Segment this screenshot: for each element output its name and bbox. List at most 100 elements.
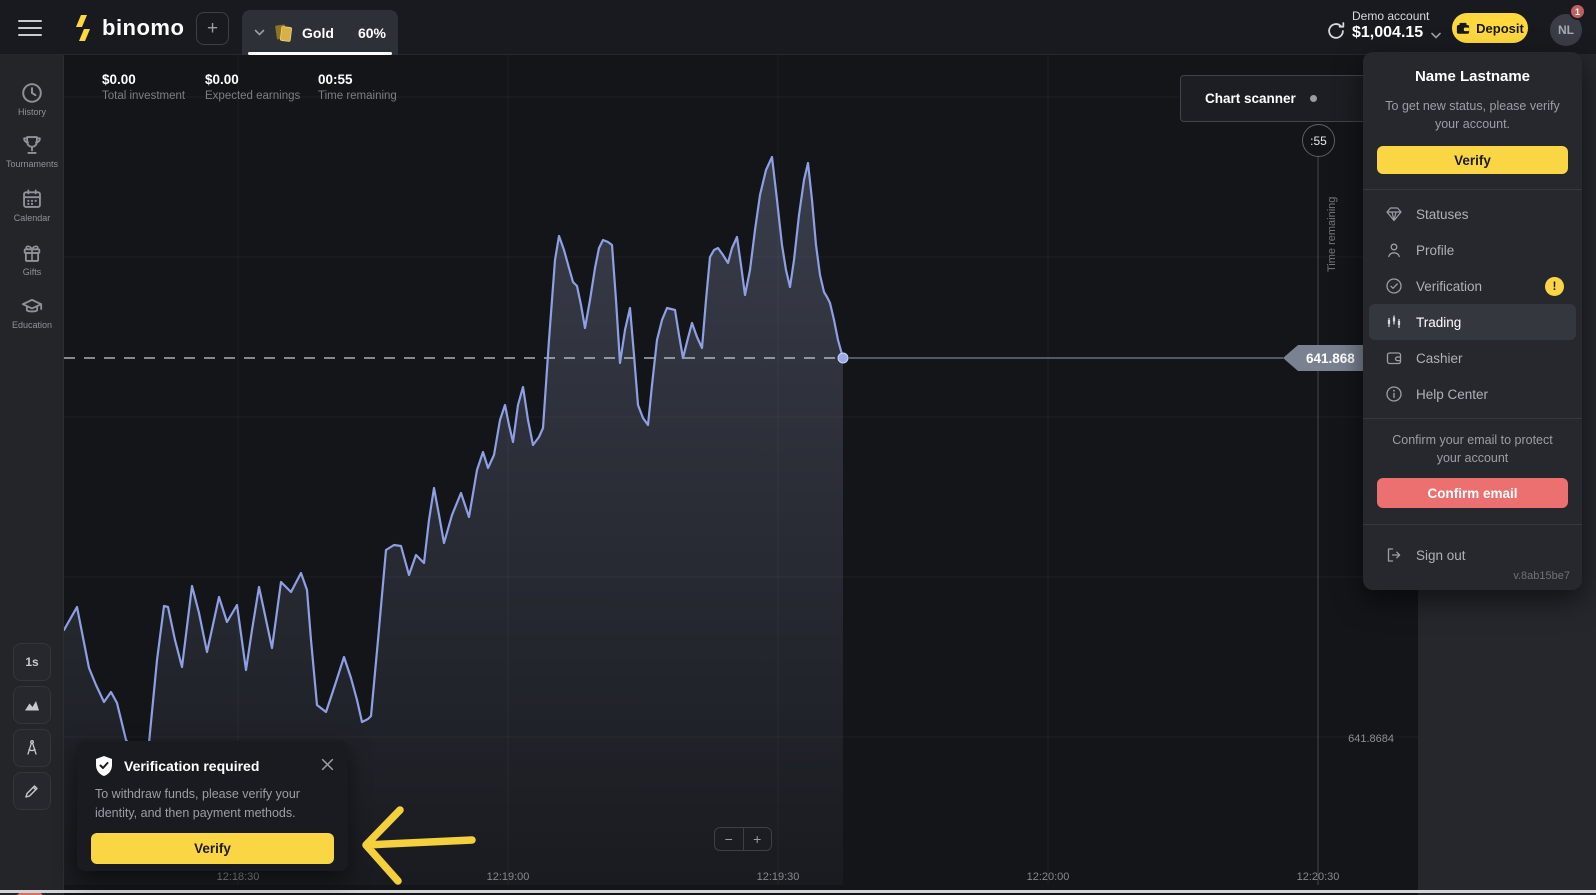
notification-badge: 1 <box>1569 3 1586 20</box>
popup-verify-button[interactable]: Verify <box>91 833 334 864</box>
trophy-icon <box>21 134 43 156</box>
left-sidebar: History Tournaments Calendar <box>0 55 64 895</box>
asset-tab-gold[interactable]: Gold 60% <box>242 10 398 55</box>
stat-time-remaining: 00:55 Time remaining <box>318 72 397 102</box>
time-remaining-value: 00:55 <box>318 72 397 87</box>
total-investment-label: Total investment <box>102 90 185 102</box>
popup-header: Verification required <box>77 741 348 777</box>
binomo-logo[interactable]: binomo <box>72 14 184 42</box>
gift-icon <box>21 242 43 264</box>
sidebar-item-label: History <box>0 107 64 117</box>
account-balance: $1,004.15 <box>1352 24 1429 42</box>
area-chart-icon <box>23 696 41 714</box>
interval-selector-button[interactable]: 1s <box>13 643 51 681</box>
menu-item-cashier[interactable]: Cashier <box>1363 340 1582 376</box>
expected-earnings-value: $0.00 <box>205 72 300 87</box>
account-dropdown-panel: Name Lastname To get new status, please … <box>1363 52 1582 590</box>
status-note: To get new status, please verify your ac… <box>1383 97 1562 133</box>
sidebar-item-label: Calendar <box>0 213 64 223</box>
close-icon[interactable] <box>321 758 334 775</box>
expected-earnings-label: Expected earnings <box>205 90 300 102</box>
refresh-balance-icon[interactable] <box>1326 21 1346 46</box>
cashier-wallet-icon <box>1385 349 1403 367</box>
check-circle-icon <box>1385 277 1403 295</box>
deposit-label: Deposit <box>1476 21 1524 36</box>
app-version: v.8ab15be7 <box>1513 570 1570 582</box>
panel-header: Name Lastname To get new status, please … <box>1363 52 1582 133</box>
drawing-tools-button[interactable] <box>13 772 51 810</box>
current-price-tag-value: 641.868 <box>1306 351 1355 366</box>
drafting-compass-icon <box>23 739 41 757</box>
stat-total-investment: $0.00 Total investment <box>102 72 185 102</box>
stat-expected-earnings: $0.00 Expected earnings <box>205 72 300 102</box>
menu-item-statuses[interactable]: Statuses <box>1363 196 1582 232</box>
menu-item-label: Statuses <box>1416 207 1469 222</box>
zoom-in-button[interactable]: + <box>744 828 772 850</box>
shield-check-icon <box>94 755 114 777</box>
sidebar-item-calendar[interactable]: Calendar <box>0 188 64 223</box>
menu-item-help-center[interactable]: Help Center <box>1363 376 1582 412</box>
verification-warning-badge: ! <box>1545 277 1564 296</box>
sign-out-icon <box>1385 546 1403 564</box>
time-remaining-label: Time remaining <box>318 90 397 102</box>
diamond-icon <box>1385 205 1403 223</box>
menu-item-trading[interactable]: Trading <box>1369 304 1576 340</box>
active-tab-indicator <box>248 52 392 55</box>
account-type: Demo account <box>1352 9 1429 23</box>
add-asset-tab-button[interactable]: + <box>196 12 229 45</box>
signout-button[interactable]: Sign out <box>1363 537 1582 573</box>
sidebar-item-education[interactable]: Education <box>0 295 64 330</box>
user-name: Name Lastname <box>1379 68 1566 85</box>
email-confirm-section: Confirm your email to protect your accou… <box>1363 418 1582 524</box>
annotation-arrow-icon <box>340 795 485 895</box>
confirm-email-button[interactable]: Confirm email <box>1377 478 1568 508</box>
calendar-icon <box>21 188 43 210</box>
brand-name: binomo <box>102 15 184 41</box>
deposit-button[interactable]: Deposit <box>1452 13 1528 43</box>
menu-item-label: Cashier <box>1416 351 1463 366</box>
sidebar-item-gifts[interactable]: Gifts <box>0 242 64 277</box>
binomo-bolt-icon <box>72 14 94 42</box>
timeline-scrollbar[interactable] <box>0 890 1596 893</box>
time-axis-label: 12:18:30 <box>198 871 278 883</box>
menu-item-label: Profile <box>1416 243 1454 258</box>
sidebar-item-history[interactable]: History <box>0 82 64 117</box>
email-confirm-note: Confirm your email to protect your accou… <box>1383 432 1562 467</box>
menu-item-profile[interactable]: Profile <box>1363 232 1582 268</box>
chart-scanner-label: Chart scanner <box>1205 91 1296 106</box>
sidebar-item-label: Tournaments <box>0 159 64 169</box>
top-bar: binomo + Gold 60% Demo account $1,004.15 <box>0 0 1596 55</box>
account-menu: Statuses Profile Verification ! Trading <box>1363 189 1582 418</box>
asset-name: Gold <box>302 25 334 41</box>
pencil-icon <box>23 782 41 800</box>
gold-asset-icon <box>274 22 293 44</box>
popup-title: Verification required <box>124 758 311 774</box>
chart-zoom-controls: − + <box>714 827 772 851</box>
zoom-out-button[interactable]: − <box>715 828 744 850</box>
sidebar-item-label: Education <box>0 320 64 330</box>
menu-item-label: Verification <box>1416 279 1482 294</box>
account-switcher[interactable]: Demo account $1,004.15 <box>1352 9 1429 42</box>
trading-app: 641.8684 641.868 $0.00 Total investment … <box>0 0 1596 895</box>
graduation-cap-icon <box>21 295 43 317</box>
chart-scanner-status-dot <box>1310 95 1317 102</box>
signout-section: Sign out <box>1363 524 1582 573</box>
info-circle-icon <box>1385 385 1403 403</box>
menu-icon[interactable] <box>18 20 42 36</box>
sidebar-item-label: Gifts <box>0 267 64 277</box>
chart-type-button[interactable] <box>13 686 51 724</box>
sidebar-item-tournaments[interactable]: Tournaments <box>0 134 64 169</box>
countdown-circle: :55 <box>1302 124 1335 157</box>
menu-item-verification[interactable]: Verification ! <box>1363 268 1582 304</box>
wallet-icon <box>1456 22 1470 35</box>
verify-account-button[interactable]: Verify <box>1377 146 1568 174</box>
signout-label: Sign out <box>1416 548 1466 563</box>
last-price-dot <box>838 353 848 363</box>
person-icon <box>1385 241 1403 259</box>
indicators-button[interactable] <box>13 729 51 767</box>
time-axis-label: 12:20:30 <box>1278 871 1358 883</box>
account-chevron-down-icon[interactable] <box>1431 26 1441 44</box>
time-axis-label: 12:19:30 <box>738 871 818 883</box>
menu-item-label: Trading <box>1416 315 1461 330</box>
candlestick-chart-icon <box>1385 313 1403 331</box>
